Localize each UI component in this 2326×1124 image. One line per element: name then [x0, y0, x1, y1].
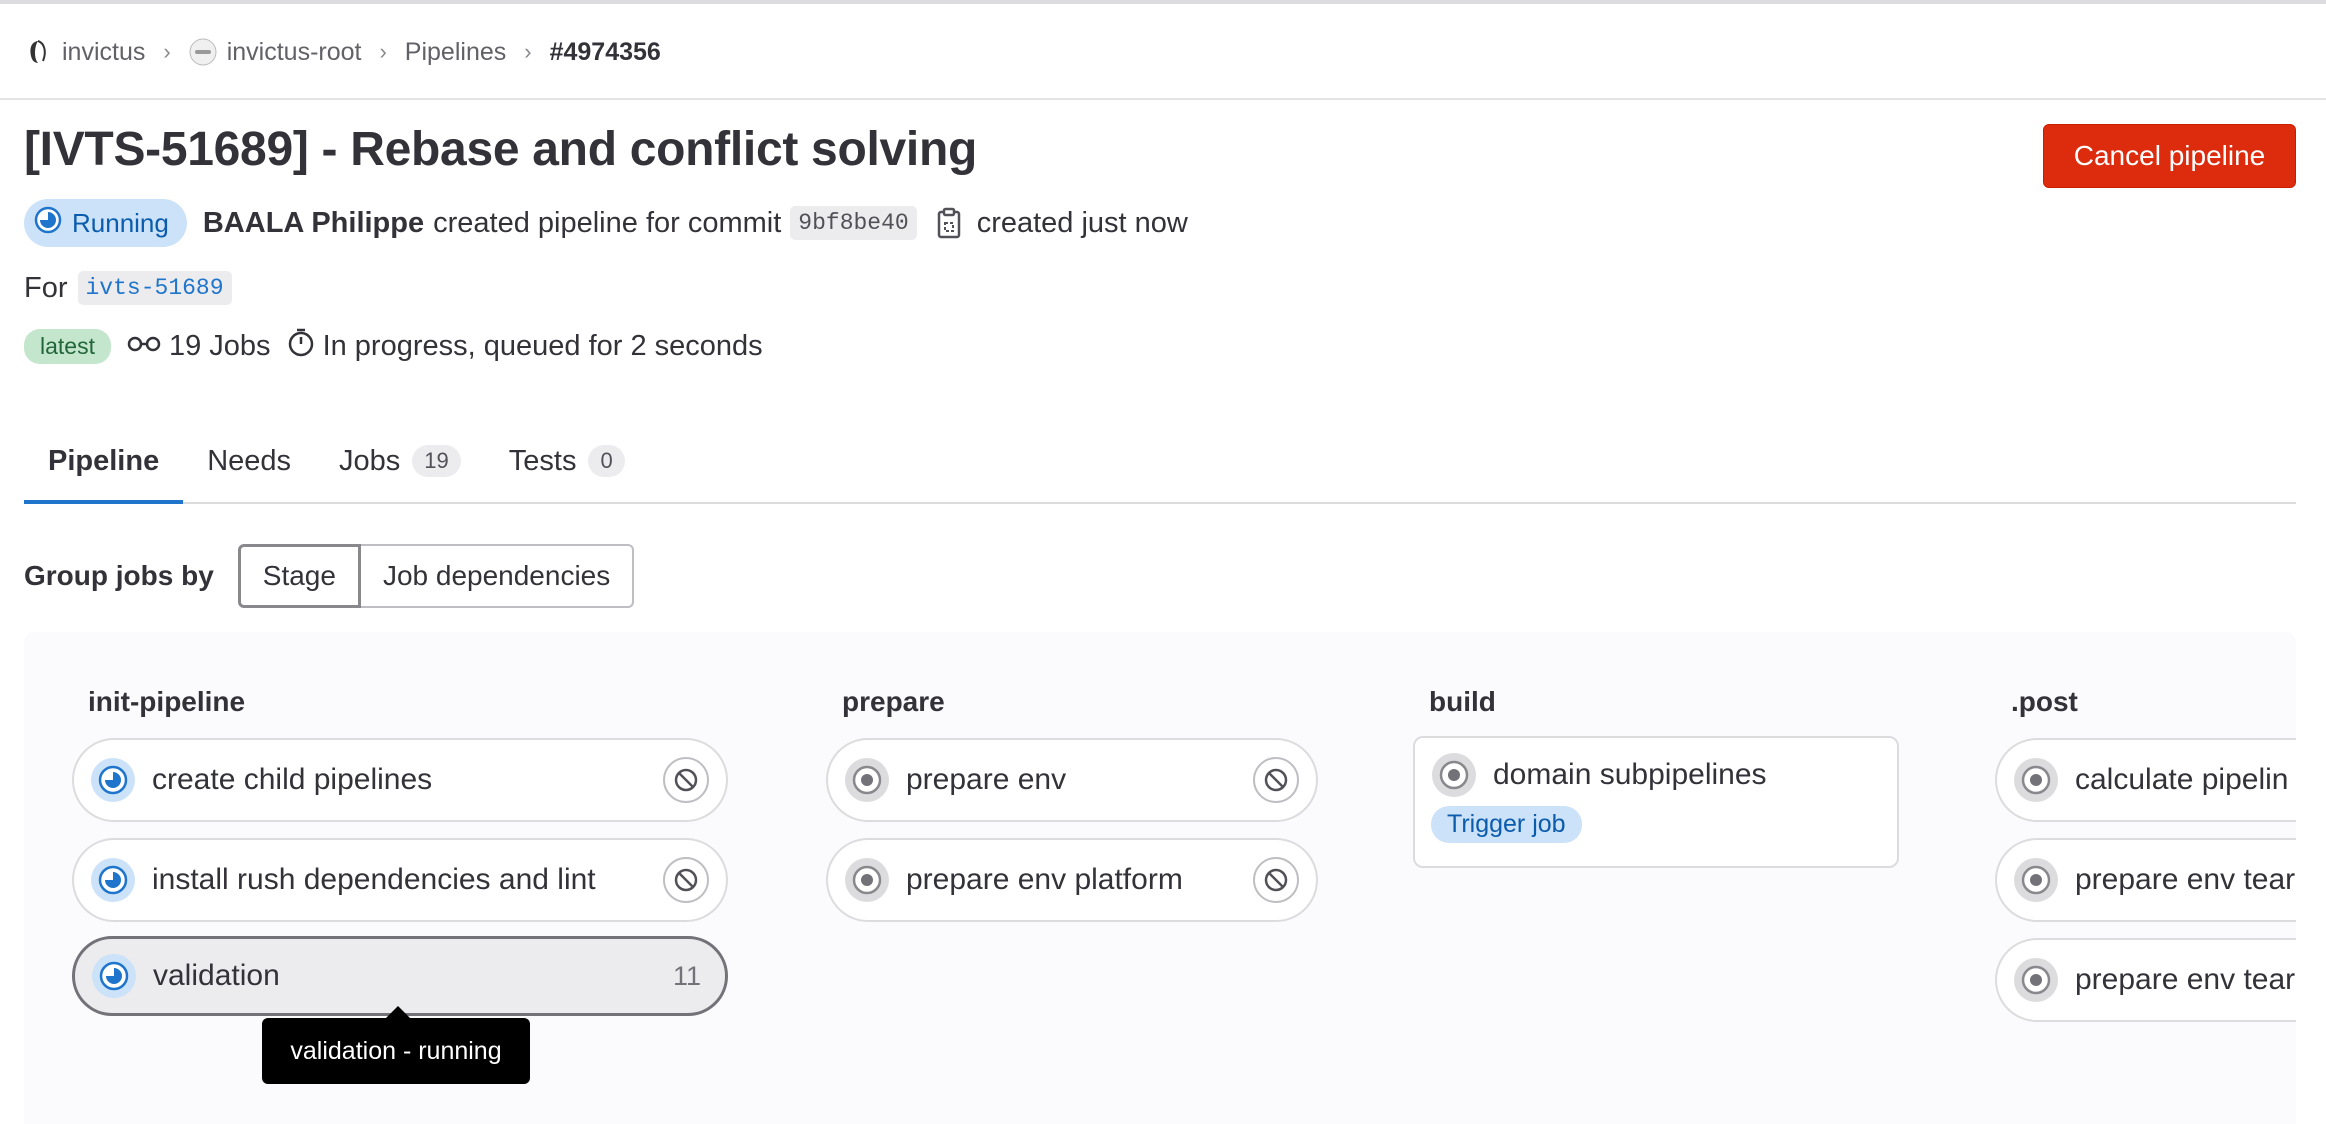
group-by-dependencies-button[interactable]: Job dependencies: [360, 544, 635, 608]
jobs-count-text: 19 Jobs: [168, 329, 271, 362]
duration-text: In progress, queued for 2 seconds: [322, 329, 763, 362]
job-name: prepare env tear: [2075, 963, 2296, 996]
status-created-icon: [2013, 957, 2059, 1003]
created-time: created just now: [976, 206, 1188, 239]
group-by-toggle: Stage Job dependencies: [237, 544, 635, 608]
group-by-label: Group jobs by: [24, 560, 214, 591]
tab-label: Pipeline: [48, 444, 160, 477]
job-name: prepare env platform: [906, 863, 1183, 896]
job-validation-group[interactable]: validation 11: [72, 936, 728, 1016]
status-created-icon: [2013, 757, 2059, 803]
ref-row: For ivts-51689: [24, 268, 232, 308]
job-name: prepare env tear: [2075, 863, 2296, 896]
created-text: created pipeline for commit: [433, 206, 782, 239]
job-prepare-env-platform[interactable]: prepare env platform: [826, 838, 1318, 922]
job-install-rush-dependencies[interactable]: install rush dependencies and lint: [72, 838, 728, 922]
job-name: domain subpipelines: [1493, 758, 1767, 791]
tab-tests[interactable]: Tests 0: [485, 420, 649, 502]
jobs-count: 19 Jobs: [127, 330, 271, 363]
group-jobs-by: Group jobs by Stage Job dependencies: [24, 544, 635, 608]
breadcrumb: invictus › invictus-root › Pipelines › #…: [24, 32, 661, 72]
group-by-stage-button[interactable]: Stage: [237, 544, 361, 608]
breadcrumb-item-pipelines[interactable]: Pipelines: [405, 38, 506, 67]
status-created-icon: [1431, 752, 1477, 798]
cancel-job-icon[interactable]: [662, 856, 710, 904]
status-running-icon: [90, 757, 136, 803]
status-badge[interactable]: Running: [24, 199, 187, 247]
latest-badge: latest: [24, 328, 111, 364]
job-tooltip: validation - running: [262, 1006, 530, 1084]
tab-label: Jobs: [339, 444, 401, 477]
tab-needs[interactable]: Needs: [183, 420, 315, 502]
job-create-child-pipelines[interactable]: create child pipelines: [72, 738, 728, 822]
cancel-job-icon[interactable]: [1252, 856, 1300, 904]
pipeline-badges: latest 19 Jobs In progress, queued for 2…: [24, 326, 779, 366]
chevron-right-icon: ›: [163, 39, 171, 64]
job-prepare-env[interactable]: prepare env: [826, 738, 1318, 822]
cancel-job-icon[interactable]: [1252, 756, 1300, 804]
tab-jobs[interactable]: Jobs 19: [315, 420, 485, 502]
timer-icon: [287, 327, 315, 365]
cancel-job-icon[interactable]: [662, 756, 710, 804]
tab-label: Tests: [508, 444, 577, 477]
tab-pipeline[interactable]: Pipeline: [24, 420, 184, 504]
stage-title: .post: [2011, 686, 2078, 717]
trigger-job-badge: Trigger job: [1431, 806, 1582, 843]
tab-count-badge: 19: [412, 445, 461, 477]
tab-count-badge: 0: [588, 445, 625, 477]
stage-title: build: [1429, 686, 1496, 717]
job-group-count: 11: [672, 960, 701, 991]
chevron-right-icon: ›: [524, 39, 532, 64]
tab-label: Needs: [207, 444, 292, 477]
pipeline-tabs: Pipeline Needs Jobs 19 Tests 0: [24, 420, 2296, 504]
pipeline-meta: Running BAALA Philippe created pipeline …: [24, 198, 1188, 248]
breadcrumb-label: invictus: [62, 37, 146, 66]
stage-title: init-pipeline: [88, 686, 246, 717]
job-name: calculate pipelin: [2075, 763, 2289, 796]
status-created-icon: [2013, 857, 2059, 903]
top-border: [0, 0, 2326, 4]
status-running-icon: [90, 857, 136, 903]
branch-ref-link[interactable]: ivts-51689: [77, 271, 232, 305]
breadcrumb-label: invictus-root: [226, 37, 362, 66]
for-label: For: [24, 271, 68, 304]
job-domain-subpipelines[interactable]: domain subpipelines Trigger job: [1413, 736, 1899, 868]
copy-clipboard-icon[interactable]: [937, 207, 961, 239]
stage-title: prepare: [842, 686, 945, 717]
breadcrumb-item-current[interactable]: #4974356: [550, 38, 661, 67]
cancel-pipeline-button[interactable]: Cancel pipeline: [2043, 124, 2296, 188]
pipeline-icon: [127, 330, 161, 363]
status-running-icon: [34, 206, 62, 241]
breadcrumb-label: Pipelines: [404, 37, 507, 66]
status-created-icon: [844, 857, 890, 903]
job-name: install rush dependencies and lint: [152, 863, 596, 896]
job-name: prepare env: [906, 763, 1067, 796]
job-prepare-env-teardown[interactable]: prepare env tear: [1995, 838, 2296, 922]
group-avatar-icon: [189, 38, 217, 66]
status-running-icon: [91, 953, 137, 999]
divider: [0, 98, 2326, 100]
duration: In progress, queued for 2 seconds: [287, 327, 763, 365]
commit-sha[interactable]: 9bf8be40: [790, 206, 917, 240]
author-name[interactable]: BAALA Philippe: [203, 207, 424, 240]
project-avatar-icon: [24, 38, 52, 66]
chevron-right-icon: ›: [379, 39, 387, 64]
job-prepare-env-teardown[interactable]: prepare env tear: [1995, 938, 2296, 1022]
page-title: [IVTS-51689] - Rebase and conflict solvi…: [24, 123, 977, 176]
job-name: create child pipelines: [152, 763, 433, 796]
breadcrumb-label: #4974356: [549, 37, 661, 66]
status-created-icon: [844, 757, 890, 803]
job-name: validation: [153, 959, 280, 992]
breadcrumb-item-invictus[interactable]: invictus: [24, 38, 145, 67]
job-calculate-pipeline[interactable]: calculate pipelin: [1995, 738, 2296, 822]
breadcrumb-item-invictus-root[interactable]: invictus-root: [189, 37, 362, 67]
status-label: Running: [72, 207, 169, 238]
